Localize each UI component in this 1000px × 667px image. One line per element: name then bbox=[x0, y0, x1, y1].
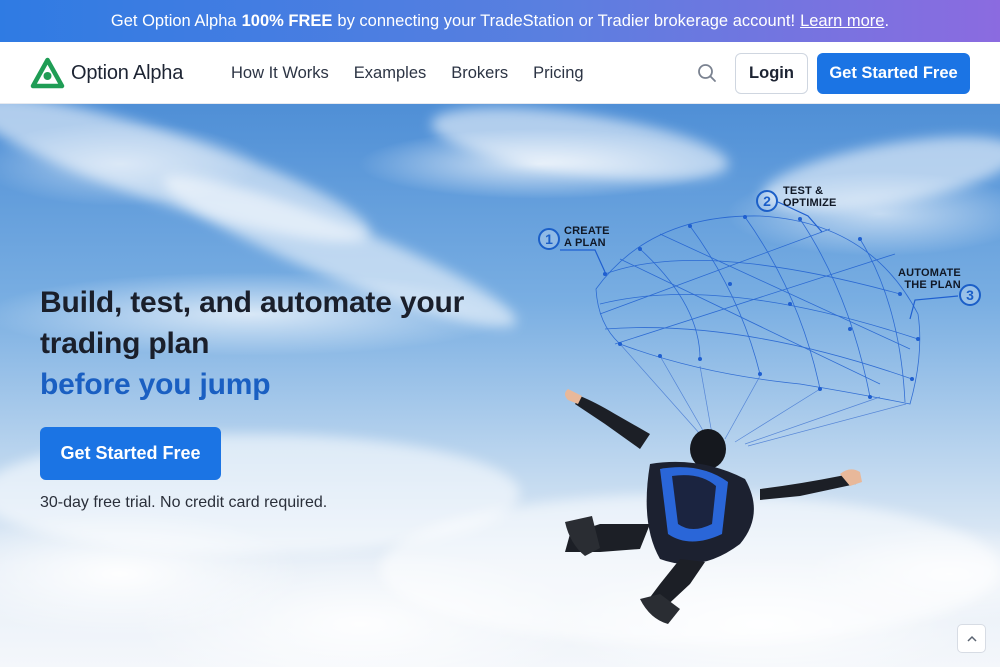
step-1-line2: A PLAN bbox=[564, 237, 606, 249]
step-3-label: AUTOMATE THE PLAN bbox=[898, 267, 961, 291]
nav-link-examples[interactable]: Examples bbox=[354, 64, 426, 83]
hero-title-line2: trading plan bbox=[40, 327, 210, 360]
get-started-nav-button[interactable]: Get Started Free bbox=[817, 53, 970, 94]
scroll-to-top-button[interactable] bbox=[957, 624, 986, 653]
announcement-highlight: 100% FREE bbox=[241, 11, 333, 30]
learn-more-link[interactable]: Learn more bbox=[800, 12, 884, 31]
announcement-suffix: by connecting your TradeStation or Tradi… bbox=[337, 11, 796, 30]
step-2-label: TEST & OPTIMIZE bbox=[783, 185, 837, 209]
search-icon bbox=[698, 64, 716, 82]
hero-title-line1: Build, test, and automate your bbox=[40, 286, 465, 319]
nav-links: How It Works Examples Brokers Pricing bbox=[231, 42, 609, 104]
hero-title: Build, test, and automate your trading p… bbox=[40, 282, 510, 405]
nav-link-brokers[interactable]: Brokers bbox=[451, 64, 508, 83]
main-nav: Option Alpha How It Works Examples Broke… bbox=[0, 42, 1000, 104]
step-2-line1: TEST & bbox=[783, 185, 824, 197]
nav-link-how-it-works[interactable]: How It Works bbox=[231, 64, 329, 83]
hero-section: 1 CREATE A PLAN 2 TEST & OPTIMIZE 3 AUTO… bbox=[0, 104, 1000, 667]
step-1-badge: 1 bbox=[538, 228, 560, 250]
get-started-hero-button[interactable]: Get Started Free bbox=[40, 427, 221, 480]
step-2-badge: 2 bbox=[756, 190, 778, 212]
brand-name: Option Alpha bbox=[71, 62, 184, 84]
announcement-prefix: Get Option Alpha bbox=[110, 11, 237, 30]
trial-note: 30-day free trial. No credit card requir… bbox=[40, 494, 328, 511]
announcement-period: . bbox=[884, 11, 890, 30]
login-button[interactable]: Login bbox=[735, 53, 808, 94]
step-1-label: CREATE A PLAN bbox=[564, 225, 610, 249]
step-2-line2: OPTIMIZE bbox=[783, 197, 837, 209]
search-button[interactable] bbox=[696, 62, 718, 84]
option-alpha-logo-icon bbox=[30, 57, 65, 89]
brand-logo[interactable]: Option Alpha bbox=[30, 57, 183, 90]
chevron-up-icon bbox=[966, 635, 977, 642]
hero-title-accent: before you jump bbox=[40, 368, 271, 401]
step-3-line1: AUTOMATE bbox=[898, 267, 961, 279]
announcement-bar: Get Option Alpha 100% FREE by connecting… bbox=[0, 0, 1000, 42]
step-3-line2: THE PLAN bbox=[904, 279, 961, 291]
step-3-badge: 3 bbox=[959, 284, 981, 306]
nav-link-pricing[interactable]: Pricing bbox=[533, 64, 583, 83]
step-1-line1: CREATE bbox=[564, 225, 610, 237]
